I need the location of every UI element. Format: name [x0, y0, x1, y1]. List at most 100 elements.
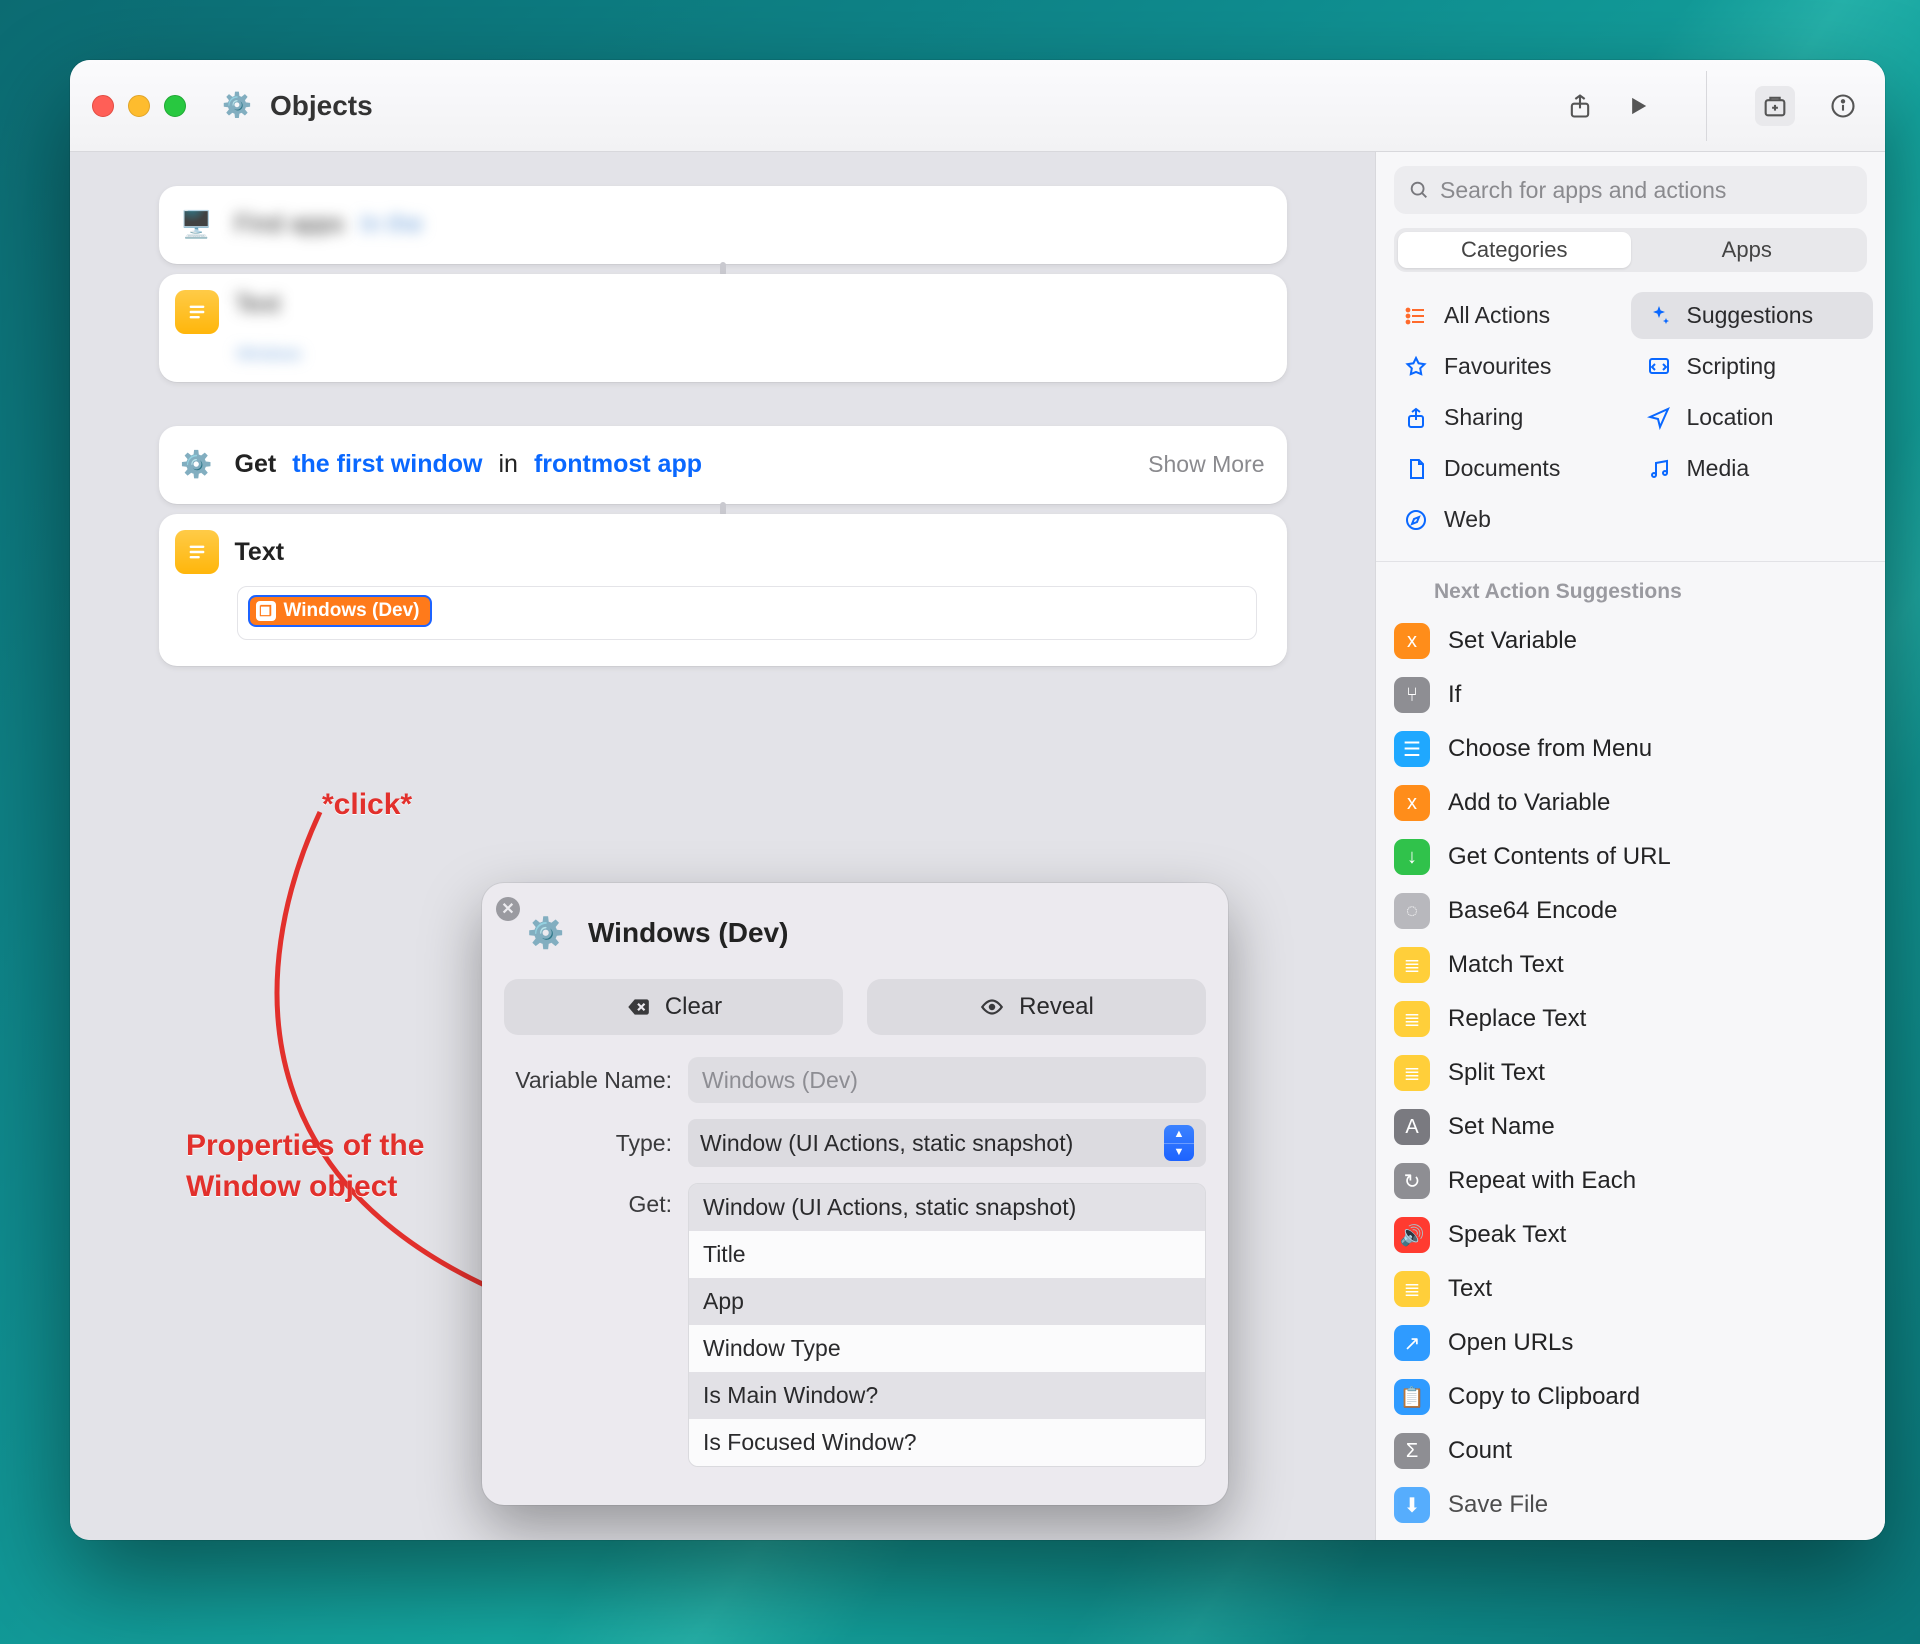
get-option[interactable]: App: [689, 1278, 1205, 1325]
annotation-click: *click*: [322, 788, 412, 822]
tab-apps[interactable]: Apps: [1631, 232, 1864, 268]
type-stepper[interactable]: ▲ ▼: [1164, 1125, 1194, 1161]
suggestion-repeat-with-each[interactable]: ↻ Repeat with Each: [1376, 1154, 1885, 1208]
suggestion-icon: A: [1394, 1109, 1430, 1145]
category-label: Documents: [1444, 455, 1560, 482]
suggestion-icon: ↻: [1394, 1163, 1430, 1199]
suggestion-choose-from-menu[interactable]: ☰Choose from Menu: [1376, 722, 1885, 776]
suggestion-open-urls[interactable]: ↗Open URLs: [1376, 1316, 1885, 1370]
type-label: Type:: [504, 1130, 672, 1157]
suggestion-get-contents-of-url[interactable]: ↓Get Contents of URL: [1376, 830, 1885, 884]
minimize-window-button[interactable]: [128, 95, 150, 117]
suggestion-text[interactable]: ≣Text: [1376, 1262, 1885, 1316]
variable-name-label: Variable Name:: [504, 1067, 672, 1094]
text-action[interactable]: Text ❐ Windows (Dev): [159, 514, 1287, 666]
suggestion-set-name[interactable]: ASet Name: [1376, 1100, 1885, 1154]
workflow-action-blurred-2[interactable]: Text Windows: [159, 274, 1287, 382]
get-option[interactable]: Window (UI Actions, static snapshot): [689, 1184, 1205, 1231]
in-label: in: [498, 450, 517, 479]
category-location[interactable]: Location: [1631, 394, 1874, 441]
share-button[interactable]: [1560, 86, 1600, 126]
variable-chip-label: Windows (Dev): [284, 600, 420, 622]
location-icon: [1645, 406, 1673, 430]
suggestion-match-text[interactable]: ≣Match Text: [1376, 938, 1885, 992]
suggestion-base64-encode[interactable]: ◌Base64 Encode: [1376, 884, 1885, 938]
clear-variable-button[interactable]: Clear: [504, 979, 843, 1035]
suggestion-split-text[interactable]: ≣Split Text: [1376, 1046, 1885, 1100]
category-label: Web: [1444, 506, 1491, 533]
suggestion-icon: 🔊: [1394, 1217, 1430, 1253]
search-field[interactable]: Search for apps and actions: [1394, 166, 1867, 214]
titlebar: ⚙️ Objects: [70, 60, 1885, 152]
share-icon: [1402, 406, 1430, 430]
close-window-button[interactable]: [92, 95, 114, 117]
get-option[interactable]: Title: [689, 1231, 1205, 1278]
suggestion-icon: ≣: [1394, 1271, 1430, 1307]
suggestion-if[interactable]: ⑂If: [1376, 668, 1885, 722]
doc-icon: [1402, 457, 1430, 481]
action-sub-blurred: Windows: [237, 346, 302, 363]
suggestion-label: Copy to Clipboard: [1448, 1383, 1640, 1411]
suggestion-replace-text[interactable]: ≣Replace Text: [1376, 992, 1885, 1046]
window-selector-token[interactable]: the first window: [292, 450, 482, 479]
suggestion-label: Repeat with Each: [1448, 1167, 1636, 1195]
text-field[interactable]: ❐ Windows (Dev): [237, 586, 1257, 640]
search-icon: [1408, 179, 1430, 201]
suggestion-label: Count: [1448, 1437, 1512, 1465]
category-all-actions[interactable]: All Actions: [1388, 292, 1631, 339]
suggestion-icon: Σ: [1394, 1433, 1430, 1469]
media-icon: [1645, 457, 1673, 481]
suggestion-set-variable[interactable]: xSet Variable: [1376, 614, 1885, 668]
variable-name-field[interactable]: Windows (Dev): [688, 1057, 1206, 1103]
category-documents[interactable]: Documents: [1388, 445, 1631, 492]
suggestion-speak-text[interactable]: 🔊Speak Text: [1376, 1208, 1885, 1262]
window-chip-icon: ❐: [256, 601, 276, 621]
workflow-action-blurred-1[interactable]: 🖥️ Find apps In the: [159, 186, 1287, 264]
library-toggle-button[interactable]: [1755, 86, 1795, 126]
scripting-icon: [1645, 355, 1673, 379]
show-more-button[interactable]: Show More: [1148, 451, 1264, 478]
sparkle-icon: [1645, 304, 1673, 328]
get-option[interactable]: Is Focused Window?: [689, 1419, 1205, 1466]
variable-popover: ✕ ⚙️ Windows (Dev) Clear Reveal: [482, 883, 1228, 1505]
variable-chip-windows-dev[interactable]: ❐ Windows (Dev): [248, 595, 432, 627]
suggestion-label: Add to Variable: [1448, 789, 1610, 817]
suggestion-icon: ☰: [1394, 731, 1430, 767]
chevron-up-icon: ▲: [1164, 1125, 1194, 1144]
tab-categories[interactable]: Categories: [1398, 232, 1631, 268]
suggestion-label: Base64 Encode: [1448, 897, 1617, 925]
category-suggestions[interactable]: Suggestions: [1631, 292, 1874, 339]
category-favourites[interactable]: Favourites: [1388, 343, 1631, 390]
get-window-action[interactable]: ⚙️ Get the first window in frontmost app…: [159, 426, 1287, 504]
suggestion-copy-to-clipboard[interactable]: 📋 Copy to Clipboard: [1376, 1370, 1885, 1424]
star-icon: [1402, 355, 1430, 379]
category-sharing[interactable]: Sharing: [1388, 394, 1631, 441]
get-label: Get:: [504, 1183, 672, 1218]
category-scripting[interactable]: Scripting: [1631, 343, 1874, 390]
category-media[interactable]: Media: [1631, 445, 1874, 492]
get-option[interactable]: Is Main Window?: [689, 1372, 1205, 1419]
category-grid: All ActionsSuggestions Favourites Scriptin…: [1376, 272, 1885, 561]
search-placeholder: Search for apps and actions: [1440, 177, 1726, 204]
suggestion-save-file[interactable]: ⬇Save File: [1376, 1478, 1885, 1532]
category-web[interactable]: Web: [1388, 496, 1631, 543]
suggestion-icon: ↗: [1394, 1325, 1430, 1361]
run-button[interactable]: [1618, 86, 1658, 126]
chevron-down-icon: ▼: [1164, 1144, 1194, 1162]
suggestion-add-to-variable[interactable]: xAdd to Variable: [1376, 776, 1885, 830]
category-label: Favourites: [1444, 353, 1551, 380]
get-option[interactable]: Window Type: [689, 1325, 1205, 1372]
zoom-window-button[interactable]: [164, 95, 186, 117]
suggestion-icon: 📋: [1394, 1379, 1430, 1415]
reveal-variable-button[interactable]: Reveal: [867, 979, 1206, 1035]
popover-app-icon: ⚙️: [522, 909, 570, 957]
library-tabs: Categories Apps: [1394, 228, 1867, 272]
app-selector-token[interactable]: frontmost app: [534, 450, 702, 479]
list-icon: [1402, 304, 1430, 328]
type-selector[interactable]: Window (UI Actions, static snapshot) ▲ ▼: [688, 1119, 1206, 1167]
popover-close-button[interactable]: ✕: [496, 897, 520, 921]
info-button[interactable]: [1823, 86, 1863, 126]
backspace-icon: [625, 994, 651, 1020]
suggestion-count[interactable]: Σ Count: [1376, 1424, 1885, 1478]
workflow-canvas[interactable]: 🖥️ Find apps In the Text Windows: [70, 152, 1375, 1540]
